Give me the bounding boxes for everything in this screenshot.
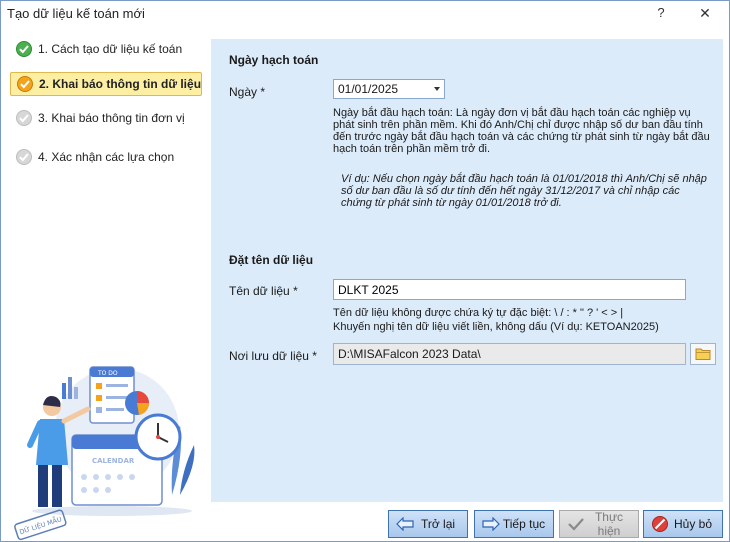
calendar-illustration: TO DO CALENDAR DỮ LIỆU MẪU: [14, 366, 195, 541]
step-label: 2. Khai báo thông tin dữ liệu: [39, 77, 202, 91]
data-name-label: Tên dữ liệu *: [229, 284, 298, 298]
accounting-date-section-title: Ngày hạch toán: [229, 53, 319, 67]
accounting-date-example: Ví dụ: Nếu chọn ngày bắt đầu hạch toán l…: [341, 173, 707, 209]
step-1[interactable]: 1. Cách tạo dữ liệu kế toán: [10, 37, 202, 61]
cancel-icon: [650, 515, 670, 533]
title-bar: Tạo dữ liệu kế toán mới ? ✕: [1, 1, 729, 25]
check-icon: [16, 110, 32, 126]
data-name-hint-1: Tên dữ liệu không được chứa ký tự đặc bi…: [333, 307, 624, 319]
step-2[interactable]: 2. Khai báo thông tin dữ liệu: [10, 72, 202, 96]
execute-button[interactable]: Thực hiện: [559, 510, 639, 538]
location-label: Nơi lưu dữ liệu *: [229, 349, 317, 363]
help-button[interactable]: ?: [651, 3, 671, 23]
step-label: 1. Cách tạo dữ liệu kế toán: [38, 42, 183, 56]
back-label: Trở lại: [420, 517, 456, 531]
browse-folder-button[interactable]: [690, 343, 716, 365]
data-name-input[interactable]: [333, 279, 686, 300]
date-value: 01/01/2025: [338, 82, 399, 96]
calendar-text: CALENDAR: [92, 457, 135, 465]
data-name-hint-2: Khuyến nghị tên dữ liệu viết liền, không…: [333, 321, 659, 333]
check-icon: [17, 76, 33, 92]
cancel-label: Hủy bỏ: [673, 517, 713, 531]
todo-text: TO DO: [97, 370, 118, 377]
chevron-down-icon[interactable]: [434, 87, 440, 91]
cancel-button[interactable]: Hủy bỏ: [643, 510, 723, 538]
location-path-field: D:\MISAFalcon 2023 Data\: [333, 343, 686, 365]
folder-icon: [695, 348, 711, 360]
close-button[interactable]: ✕: [693, 3, 717, 23]
step-label: 3. Khai báo thông tin đơn vị: [38, 111, 185, 125]
arrow-left-icon: [395, 515, 415, 533]
execute-label: Thực hiện: [594, 510, 624, 538]
dialog-window: Tạo dữ liệu kế toán mới ? ✕ 1. Cách tạo …: [0, 0, 730, 542]
accounting-date-picker[interactable]: 01/01/2025: [333, 79, 445, 99]
window-title: Tạo dữ liệu kế toán mới: [7, 6, 145, 21]
next-button[interactable]: Tiếp tục: [474, 510, 554, 538]
footer-buttons: Trở lại Tiếp tục Thực hiện Hủy bỏ: [211, 506, 729, 540]
arrow-right-icon: [481, 515, 501, 533]
check-icon: [16, 41, 32, 57]
back-button[interactable]: Trở lại: [388, 510, 468, 538]
checkmark-icon: [566, 515, 586, 533]
next-label: Tiếp tục: [502, 517, 546, 531]
wizard-steps: 1. Cách tạo dữ liệu kế toán 2. Khai báo …: [2, 25, 209, 541]
form-panel: Ngày hạch toán Ngày * 01/01/2025 Ngày bắ…: [211, 39, 723, 502]
step-3[interactable]: 3. Khai báo thông tin đơn vị: [10, 106, 202, 130]
check-icon: [16, 149, 32, 165]
step-4[interactable]: 4. Xác nhận các lựa chọn: [10, 145, 202, 169]
data-name-section-title: Đặt tên dữ liệu: [229, 253, 314, 267]
accounting-date-description: Ngày bắt đầu hạch toán: Là ngày đơn vị b…: [333, 107, 710, 155]
step-label: 4. Xác nhận các lựa chọn: [38, 150, 175, 164]
date-label: Ngày *: [229, 85, 266, 99]
